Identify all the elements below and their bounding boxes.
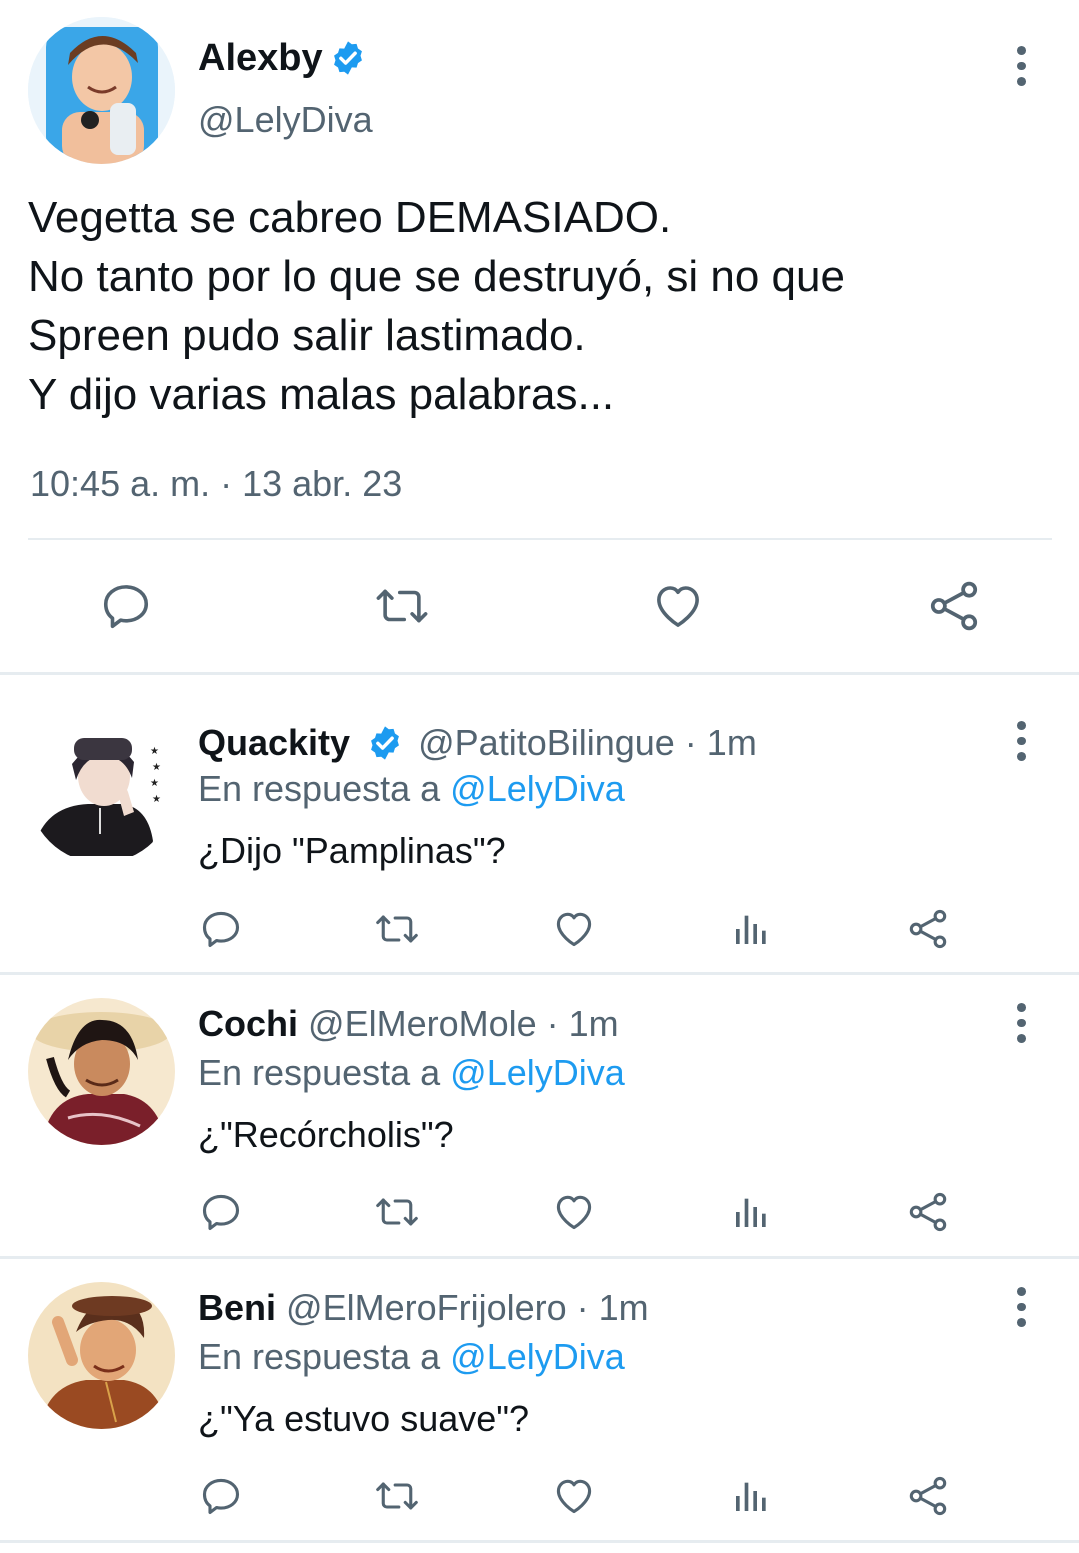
retweet-icon[interactable] bbox=[370, 576, 434, 636]
author-handle[interactable]: @LelyDiva bbox=[198, 98, 373, 142]
tweet-line: Spreen pudo salir lastimado. bbox=[28, 311, 586, 360]
reply-handle-time[interactable]: @PatitoBilingue · 1m bbox=[418, 722, 757, 763]
svg-text:★: ★ bbox=[150, 746, 159, 757]
reply-icon[interactable] bbox=[96, 576, 156, 636]
reply-context: En respuesta a @LelyDiva bbox=[198, 1335, 625, 1379]
reply-text: ¿"Recórcholis"? bbox=[198, 1114, 454, 1155]
analytics-icon[interactable] bbox=[729, 1189, 773, 1235]
reply-header[interactable]: Quackity @PatitoBilingue · 1m bbox=[198, 721, 757, 766]
divider bbox=[0, 972, 1079, 975]
reply-text: ¿Dijo "Pamplinas"? bbox=[198, 830, 506, 871]
reply-icon[interactable] bbox=[198, 906, 244, 952]
share-icon[interactable] bbox=[905, 906, 951, 952]
reply-handle-time[interactable]: @ElMeroMole · 1m bbox=[308, 1003, 619, 1044]
reply-header[interactable]: Cochi @ElMeroMole · 1m bbox=[198, 1002, 619, 1046]
reply-prefix: En respuesta a bbox=[198, 1052, 451, 1093]
svg-text:★: ★ bbox=[152, 762, 161, 773]
reply-avatar[interactable] bbox=[28, 1282, 175, 1429]
reply-author-name[interactable]: Beni bbox=[198, 1287, 276, 1328]
verified-badge-icon bbox=[371, 726, 400, 761]
reply-prefix: En respuesta a bbox=[198, 768, 451, 809]
more-options-icon[interactable] bbox=[1001, 46, 1041, 87]
more-options-icon[interactable] bbox=[1001, 721, 1041, 762]
retweet-icon[interactable] bbox=[371, 1473, 423, 1519]
reply-author-name[interactable]: Cochi bbox=[198, 1003, 298, 1044]
reply-prefix: En respuesta a bbox=[198, 1336, 451, 1377]
like-icon[interactable] bbox=[648, 576, 708, 636]
tweet-line: No tanto por lo que se destruyó, si no q… bbox=[28, 252, 845, 301]
like-icon[interactable] bbox=[551, 1189, 597, 1235]
like-icon[interactable] bbox=[551, 906, 597, 952]
more-options-icon[interactable] bbox=[1001, 1003, 1041, 1044]
author-name[interactable]: Alexby bbox=[198, 36, 323, 80]
like-icon[interactable] bbox=[551, 1473, 597, 1519]
more-options-icon[interactable] bbox=[1001, 1287, 1041, 1328]
retweet-icon[interactable] bbox=[371, 906, 423, 952]
author-avatar[interactable] bbox=[28, 17, 175, 164]
reply-mention-link[interactable]: @LelyDiva bbox=[450, 768, 625, 809]
analytics-icon[interactable] bbox=[729, 1473, 773, 1519]
svg-text:★: ★ bbox=[150, 778, 159, 789]
share-icon[interactable] bbox=[905, 1473, 951, 1519]
reply-text: ¿"Ya estuvo suave"? bbox=[198, 1398, 530, 1439]
share-icon[interactable] bbox=[905, 1189, 951, 1235]
reply-icon[interactable] bbox=[198, 1189, 244, 1235]
divider bbox=[0, 672, 1079, 675]
reply-avatar[interactable] bbox=[28, 998, 175, 1145]
divider bbox=[0, 1540, 1079, 1543]
reply-context: En respuesta a @LelyDiva bbox=[198, 767, 625, 811]
analytics-icon[interactable] bbox=[729, 906, 773, 952]
author-name-row[interactable]: Alexby bbox=[198, 36, 367, 80]
verified-badge-icon bbox=[333, 41, 362, 75]
reply-icon[interactable] bbox=[198, 1473, 244, 1519]
reply-context: En respuesta a @LelyDiva bbox=[198, 1051, 625, 1095]
reply-header[interactable]: Beni @ElMeroFrijolero · 1m bbox=[198, 1286, 649, 1330]
retweet-icon[interactable] bbox=[371, 1189, 423, 1235]
share-icon[interactable] bbox=[924, 576, 984, 636]
reply-author-name[interactable]: Quackity bbox=[198, 722, 350, 763]
tweet-timestamp[interactable]: 10:45 a. m. · 13 abr. 23 bbox=[30, 462, 402, 506]
reply-mention-link[interactable]: @LelyDiva bbox=[450, 1052, 625, 1093]
reply-mention-link[interactable]: @LelyDiva bbox=[450, 1336, 625, 1377]
divider bbox=[28, 538, 1052, 540]
reply-handle-time[interactable]: @ElMeroFrijolero · 1m bbox=[286, 1287, 649, 1328]
tweet-text: Vegetta se cabreo DEMASIADO. No tanto po… bbox=[28, 188, 1048, 424]
divider bbox=[0, 1256, 1079, 1259]
tweet-line: Y dijo varias malas palabras... bbox=[28, 370, 615, 419]
svg-text:★: ★ bbox=[152, 794, 161, 805]
tweet-line: Vegetta se cabreo DEMASIADO. bbox=[28, 193, 672, 242]
reply-avatar[interactable]: ★ ★ ★ ★ bbox=[28, 716, 175, 863]
